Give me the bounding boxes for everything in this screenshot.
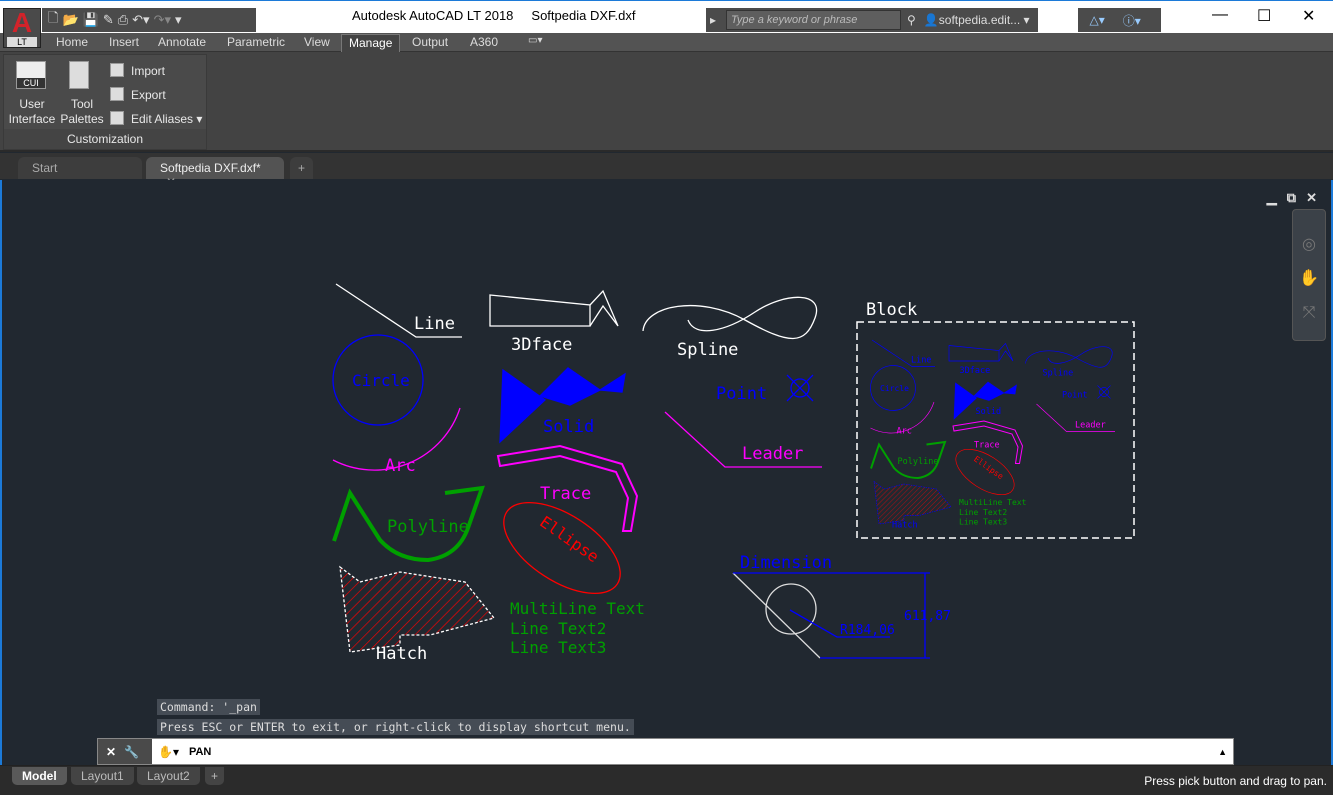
redo-icon[interactable]: ↷▾ [154, 12, 171, 28]
application-menu-button[interactable]: A LT [3, 8, 41, 48]
edit-aliases-icon [110, 111, 124, 125]
file-title: Softpedia DXF.dxf [531, 8, 636, 23]
layout-tab-layout2[interactable]: Layout2 [137, 767, 200, 785]
status-message: Press pick button and drag to pan. [1144, 774, 1327, 788]
binoculars-icon[interactable]: ⚲ [907, 13, 916, 27]
tab-insert[interactable]: Insert [109, 35, 139, 49]
tab-parametric[interactable]: Parametric [227, 35, 285, 49]
cui-icon: CUI [16, 61, 46, 89]
export-button[interactable]: Export [131, 88, 166, 103]
help-icon[interactable]: ⓘ▾ [1123, 12, 1141, 29]
tab-annotate[interactable]: Annotate [158, 35, 206, 49]
steering-wheel-icon[interactable]: ◎ [1293, 228, 1325, 262]
close-command-icon[interactable]: ✕ [106, 745, 116, 759]
navigation-bar[interactable]: ◎ ✋ ⤧ [1292, 209, 1326, 341]
pan-hand-icon[interactable]: ✋ [1293, 262, 1325, 296]
customization-panel: CUI User Interface Tool Palettes Import … [3, 54, 207, 150]
undo-icon[interactable]: ↶▾ [132, 12, 149, 28]
command-history-toggle-icon[interactable]: ▲ [1218, 747, 1227, 757]
a360-icon[interactable]: △▾ [1090, 13, 1105, 27]
expand-icon[interactable]: ▸ [710, 13, 716, 27]
save-as-icon[interactable]: ✎ [103, 12, 114, 28]
command-input[interactable]: PAN [189, 746, 211, 758]
edit-aliases-button[interactable]: Edit Aliases ▾ [131, 112, 202, 127]
autocad-logo-icon: A [11, 7, 33, 38]
blank-field [1037, 8, 1078, 32]
print-icon[interactable]: ⎙ [118, 12, 128, 28]
layout-tab-layout1[interactable]: Layout1 [71, 767, 134, 785]
minimize-button[interactable]: — [1212, 6, 1228, 24]
tab-view[interactable]: View [304, 35, 330, 49]
import-icon [110, 63, 124, 77]
customize-wrench-icon[interactable]: 🔧 [124, 745, 139, 759]
tab-manage[interactable]: Manage [341, 34, 401, 52]
file-tab-softpedia[interactable]: Softpedia DXF.dxf* ✕ [146, 157, 284, 189]
drawing-canvas[interactable] [0, 180, 1333, 765]
user-account[interactable]: softpedia.edit... [939, 13, 1020, 27]
add-layout-button[interactable]: + [205, 767, 225, 785]
save-icon[interactable]: 💾 [83, 12, 99, 28]
zoom-extents-icon[interactable]: ⤧ [1293, 296, 1325, 330]
panel-title[interactable]: Customization [4, 129, 206, 149]
tab-output[interactable]: Output [412, 35, 448, 49]
ribbon-tabs: Home Insert Annotate Parametric View Man… [0, 33, 1333, 52]
pan-hand-icon[interactable]: ✋▾ [158, 745, 179, 759]
user-interface-button[interactable]: User Interface [6, 97, 58, 127]
tool-palettes-icon [69, 61, 89, 89]
new-tab-button[interactable]: + [290, 157, 314, 179]
tool-palettes-button[interactable]: Tool Palettes [59, 97, 105, 127]
command-line: ✕ 🔧 ✋▾ PAN ▲ [97, 738, 1234, 765]
infocenter: ▸ Type a keyword or phrase ⚲ 👤 softpedia… [706, 8, 1161, 32]
viewport-minimize-icon[interactable]: ▁ [1267, 190, 1277, 206]
ribbon-panel-area: CUI User Interface Tool Palettes Import … [0, 52, 1333, 152]
layout-tab-model[interactable]: Model [12, 767, 67, 785]
file-tab-start[interactable]: Start [18, 157, 142, 179]
search-input[interactable]: Type a keyword or phrase [726, 10, 902, 30]
command-history-2: Press ESC or ENTER to exit, or right-cli… [157, 719, 634, 735]
maximize-button[interactable]: ☐ [1257, 6, 1271, 26]
import-button[interactable]: Import [131, 64, 165, 79]
viewport-restore-icon[interactable]: ⧉ [1287, 190, 1296, 206]
quick-access-toolbar: 🗋 📂 💾 ✎ ⎙ ↶▾ ↷▾ ▾ [42, 8, 256, 32]
app-title: Autodesk AutoCAD LT 2018 [352, 8, 514, 23]
export-icon [110, 87, 124, 101]
viewport-close-icon[interactable]: ✕ [1306, 190, 1317, 206]
logo-label: LT [7, 37, 37, 47]
open-icon[interactable]: 📂 [62, 12, 78, 28]
viewport-controls: ▁ ⧉ ✕ [1267, 190, 1317, 206]
new-icon[interactable]: 🗋 [48, 9, 58, 31]
customize-qat-icon[interactable]: ▾ [175, 12, 182, 28]
command-history-1: Command: '_pan [157, 699, 260, 715]
ribbon-options-icon[interactable]: ▭▾ [528, 35, 542, 46]
close-button[interactable]: ✕ [1302, 6, 1315, 26]
tab-home[interactable]: Home [56, 35, 88, 49]
status-bar: Model Layout1 Layout2 + Press pick butto… [0, 765, 1333, 795]
window-title: Autodesk AutoCAD LT 2018 Softpedia DXF.dx… [352, 8, 653, 23]
user-icon[interactable]: 👤 [924, 13, 939, 27]
tab-a360[interactable]: A360 [470, 35, 498, 49]
file-tabs: Start Softpedia DXF.dxf* ✕ + [0, 153, 1333, 189]
